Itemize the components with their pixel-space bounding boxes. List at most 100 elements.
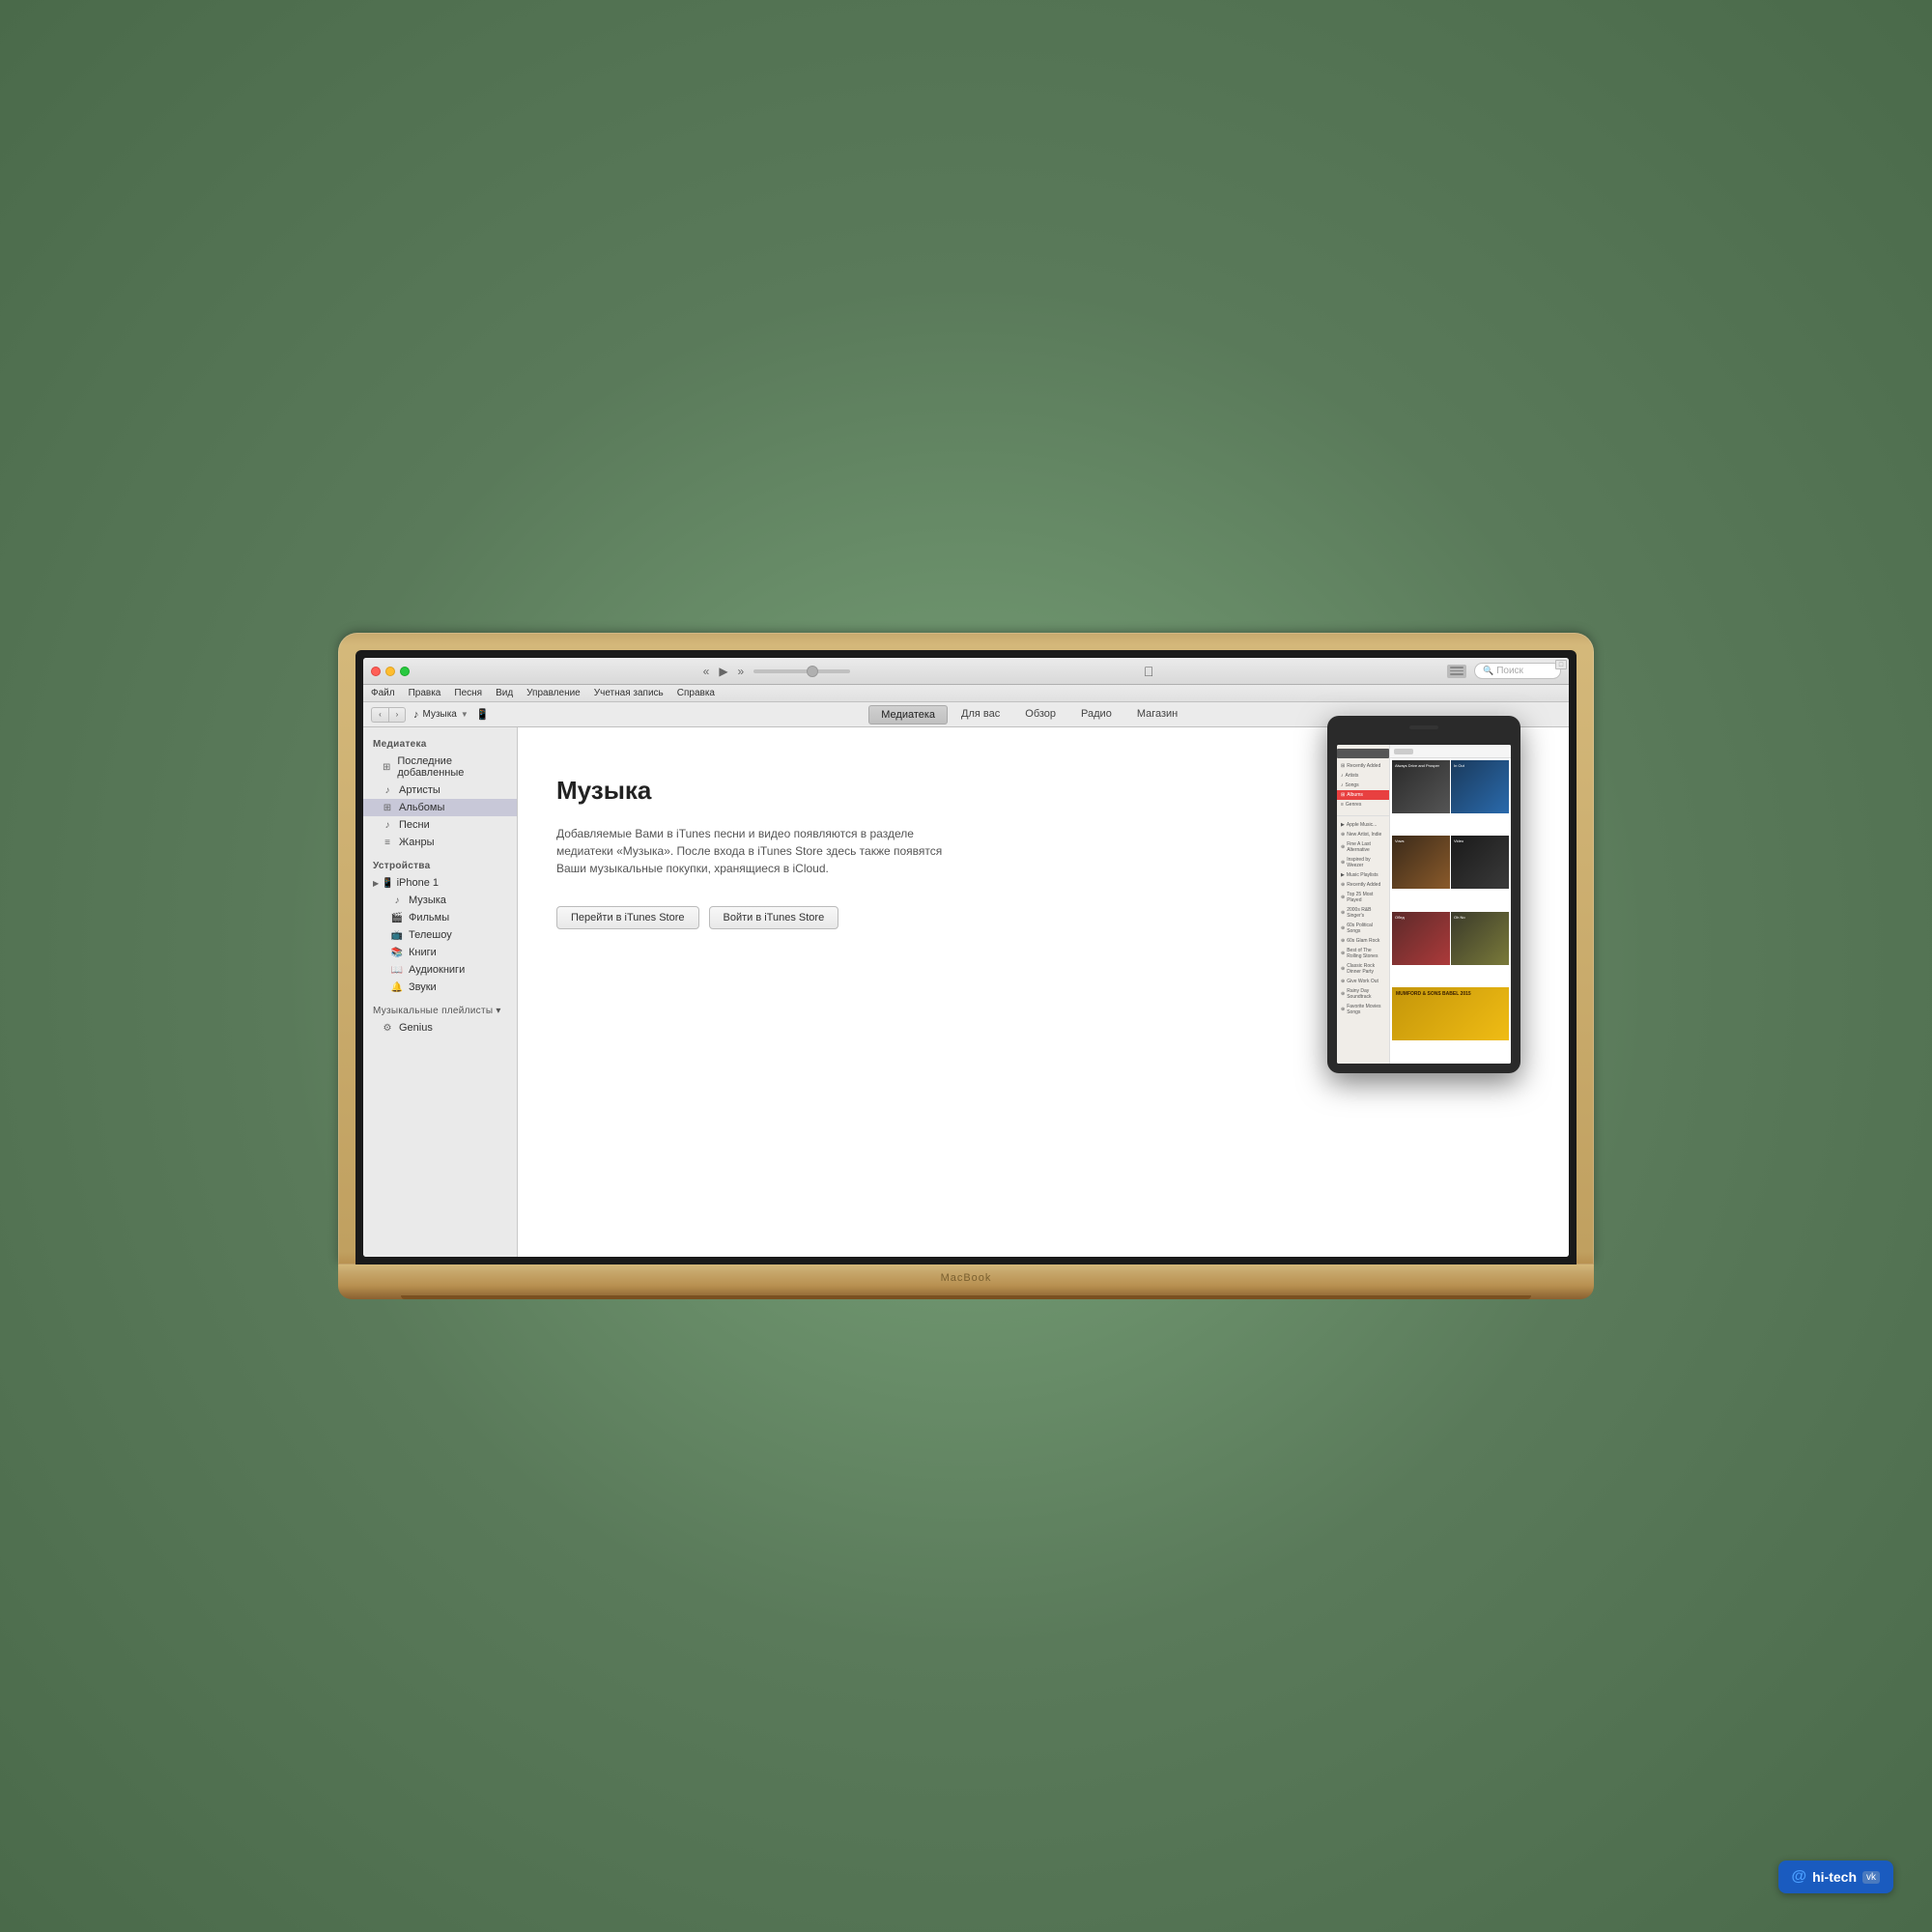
close-button[interactable] bbox=[371, 667, 381, 676]
menu-bar: Файл Правка Песня Вид Управление Учетная… bbox=[363, 685, 1569, 702]
menu-view[interactable]: Вид bbox=[496, 688, 513, 698]
sidebar-item-genius[interactable]: ⚙ Genius bbox=[363, 1019, 517, 1037]
ipad-genres-icon: ≡ bbox=[1341, 802, 1344, 808]
menu-account[interactable]: Учетная запись bbox=[594, 688, 664, 698]
ipad-album-6: Oh No bbox=[1451, 912, 1509, 965]
sidebar-item-recent[interactable]: ⊞ Последние добавленные bbox=[363, 753, 517, 781]
nav-location-label: Музыка bbox=[423, 709, 457, 720]
list-view-line bbox=[1450, 670, 1463, 672]
playlists-section: Музыкальные плейлисты ▾ ⚙ Genius bbox=[363, 1000, 517, 1037]
content-title: Музыка bbox=[556, 776, 651, 806]
music-icon: ♪ bbox=[390, 895, 404, 906]
hitech-badge[interactable]: @ hi-tech vk bbox=[1778, 1861, 1894, 1893]
ipad-albums-label: Albums bbox=[1347, 792, 1363, 798]
ipad-pol-icon: ⊕ bbox=[1341, 925, 1345, 931]
progress-thumb bbox=[807, 666, 818, 677]
sidebar: Медиатека ⊞ Последние добавленные ♪ Арти… bbox=[363, 727, 518, 1257]
artists-icon: ♪ bbox=[381, 785, 394, 796]
ipad-inspired-label: Inspired by Weezer bbox=[1347, 857, 1385, 868]
sidebar-item-audiobooks[interactable]: 📖 Аудиокниги bbox=[363, 961, 517, 979]
menu-song[interactable]: Песня bbox=[454, 688, 482, 698]
device-sounds-label: Звуки bbox=[409, 981, 437, 993]
nav-arrows: ‹ › bbox=[371, 707, 406, 723]
ipad-rs-label: Best of The Rolling Stones bbox=[1347, 948, 1385, 959]
ipad-artists-icon: ♪ bbox=[1341, 773, 1344, 779]
menu-controls[interactable]: Управление bbox=[526, 688, 581, 698]
macbook-foot bbox=[338, 1286, 1594, 1299]
sidebar-item-genres[interactable]: ≡ Жанры bbox=[363, 834, 517, 851]
genius-icon: ⚙ bbox=[381, 1023, 394, 1034]
ipad-playlists-icon: ▶ bbox=[1341, 872, 1345, 878]
ipad-ra-label: Recently Added bbox=[1347, 882, 1380, 888]
tab-library[interactable]: Медиатека bbox=[868, 705, 948, 724]
playlists-title: Музыкальные плейлисты ▾ bbox=[363, 1000, 517, 1019]
nav-back[interactable]: ‹ bbox=[371, 707, 388, 723]
ipad-music-playlists: ▶ Music Playlists bbox=[1337, 870, 1389, 880]
go-to-store-button[interactable]: Перейти в iTunes Store bbox=[556, 906, 699, 929]
genius-label: Genius bbox=[399, 1022, 433, 1034]
hitech-social[interactable]: vk bbox=[1862, 1871, 1880, 1884]
macbook-screen: « ▶ »  bbox=[363, 658, 1569, 1257]
tab-foryou[interactable]: Для вас bbox=[950, 705, 1011, 724]
tab-radio[interactable]: Радио bbox=[1069, 705, 1123, 724]
sign-in-store-button[interactable]: Войти в iTunes Store bbox=[709, 906, 839, 929]
menu-file[interactable]: Файл bbox=[371, 688, 395, 698]
sidebar-recent-label: Последние добавленные bbox=[397, 755, 507, 779]
maximize-button[interactable] bbox=[400, 667, 410, 676]
ipad-alt-label: Fine A Last Alternative bbox=[1347, 841, 1385, 853]
ipad-rain-icon: ⊕ bbox=[1341, 991, 1345, 997]
ipad-top-rated: ⊕ Top 25 Most Played bbox=[1337, 890, 1389, 905]
sidebar-item-movies[interactable]: 🎬 Фильмы bbox=[363, 909, 517, 926]
sidebar-item-music[interactable]: ♪ Музыка bbox=[363, 892, 517, 909]
list-view-button[interactable] bbox=[1447, 665, 1466, 678]
ipad-inspired: ⊕ Inspired by Weezer bbox=[1337, 855, 1389, 870]
sidebar-item-tvshows[interactable]: 📺 Телешоу bbox=[363, 926, 517, 944]
ipad-rolling-stones: ⊕ Best of The Rolling Stones bbox=[1337, 946, 1389, 961]
sidebar-item-artists[interactable]: ♪ Артисты bbox=[363, 781, 517, 799]
sounds-icon: 🔔 bbox=[390, 982, 404, 993]
ipad-new-label: New Artist, Indie bbox=[1347, 832, 1381, 838]
rewind-button[interactable]: « bbox=[703, 665, 710, 678]
nav-location: ♪ Музыка ▼ 📱 bbox=[413, 708, 490, 721]
ipad-ringtones: ⊕ 2000s R&B Singer's bbox=[1337, 905, 1389, 921]
ipad-wo-label: Give Work Out bbox=[1347, 979, 1378, 984]
ipad-rt-label: 2000s R&B Singer's bbox=[1347, 907, 1385, 919]
ipad-tr-icon: ⊕ bbox=[1341, 895, 1345, 900]
sidebar-item-sounds[interactable]: 🔔 Звуки bbox=[363, 979, 517, 996]
minimize-button[interactable] bbox=[385, 667, 395, 676]
ipad-album-mumford: MUMFORD & SONS BABEL 2015 bbox=[1392, 987, 1509, 1040]
nav-forward[interactable]: › bbox=[388, 707, 406, 723]
audiobooks-icon: 📖 bbox=[390, 965, 404, 976]
books-icon: 📚 bbox=[390, 948, 404, 958]
ipad-sidebar-recent: ⊞ Recently Added bbox=[1337, 761, 1389, 771]
ipad-classic-rock: ⊕ Classic Rock Dinner Party bbox=[1337, 961, 1389, 977]
title-right: 🔍 Поиск □ bbox=[1447, 663, 1561, 679]
forward-button[interactable]: » bbox=[738, 665, 745, 678]
nav-dropdown-icon[interactable]: ▼ bbox=[461, 710, 469, 719]
search-placeholder: Поиск bbox=[1496, 666, 1523, 676]
ipad-genres-label: Genres bbox=[1346, 802, 1361, 808]
ipad-new-artist: ⊕ New Artist, Indie bbox=[1337, 830, 1389, 839]
ipad-album-2: In Out bbox=[1451, 760, 1509, 813]
progress-track bbox=[753, 669, 850, 673]
menu-help[interactable]: Справка bbox=[677, 688, 715, 698]
list-view-line bbox=[1450, 667, 1463, 668]
tab-store[interactable]: Магазин bbox=[1125, 705, 1189, 724]
resize-button[interactable]: □ bbox=[1555, 660, 1567, 669]
progress-bar[interactable] bbox=[753, 669, 850, 673]
sidebar-devices-title: Устройства bbox=[363, 855, 517, 874]
play-button[interactable]: ▶ bbox=[719, 665, 727, 678]
sidebar-item-books[interactable]: 📚 Книги bbox=[363, 944, 517, 961]
sidebar-library-title: Медиатека bbox=[363, 733, 517, 753]
menu-edit[interactable]: Правка bbox=[409, 688, 441, 698]
ipad-pol-label: 60s Political Songs bbox=[1347, 923, 1385, 934]
albums-icon: ⊞ bbox=[381, 803, 394, 813]
sidebar-item-albums[interactable]: ⊞ Альбомы bbox=[363, 799, 517, 816]
search-box[interactable]: 🔍 Поиск bbox=[1474, 663, 1561, 679]
ipad-album-3: Vows bbox=[1392, 836, 1450, 889]
device-iphone[interactable]: ▶ 📱 iPhone 1 bbox=[363, 874, 517, 892]
ipad-inspired-icon: ⊕ bbox=[1341, 860, 1345, 866]
sidebar-item-songs[interactable]: ♪ Песни bbox=[363, 816, 517, 834]
tab-browse[interactable]: Обзор bbox=[1013, 705, 1067, 724]
ipad-rainy: ⊕ Rainy Day Soundtrack bbox=[1337, 986, 1389, 1002]
